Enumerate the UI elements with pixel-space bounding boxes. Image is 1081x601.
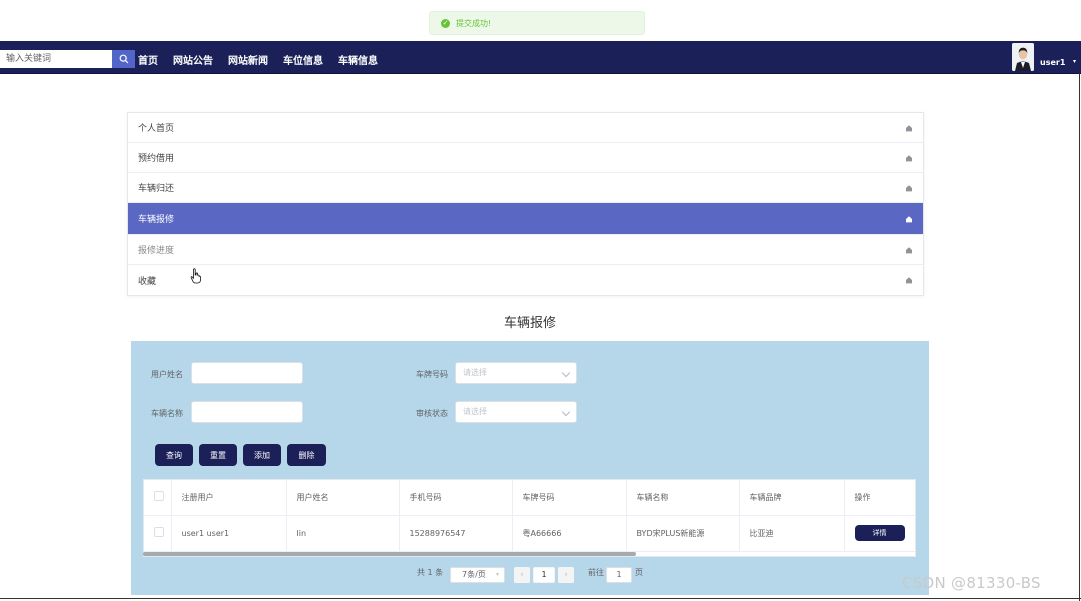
page-size-value: 7条/页: [462, 570, 486, 579]
bottom-divider: [0, 598, 1081, 599]
user-name-label: 用户姓名: [151, 370, 183, 379]
search-button[interactable]: [112, 50, 135, 68]
menu-item-label: 车辆归还: [138, 184, 175, 194]
username[interactable]: user1: [1040, 58, 1065, 67]
menu-item-label: 收藏: [138, 276, 157, 287]
table-cell: 比亚迪: [739, 515, 845, 552]
chevron-down-icon[interactable]: ▾: [1073, 58, 1076, 65]
table-cell: BYD宋PLUS新能源: [626, 515, 740, 552]
user-center-menu: 个人首页 预约借用 车辆归还 车辆报修 报修进度 收藏: [127, 112, 924, 296]
menu-item-vehicle-repair[interactable]: 车辆报修: [128, 203, 923, 235]
right-divider: [1079, 73, 1080, 601]
user-name-input[interactable]: [191, 362, 303, 384]
menu-item-label: 车辆报修: [138, 215, 175, 225]
pagination-total: 共 1 条: [417, 568, 444, 577]
home-icon: [906, 184, 912, 191]
action-cell: 详情: [844, 515, 915, 552]
top-navbar: 首页 网站公告 网站新闻 车位信息 车辆信息: [0, 41, 1081, 74]
column-header: 车牌号码: [512, 480, 627, 516]
home-icon: [906, 154, 912, 161]
next-page-button[interactable]: ›: [558, 567, 574, 583]
audit-select-placeholder: 请选择: [463, 407, 487, 416]
column-header: 操作: [844, 480, 915, 516]
goto-label: 前往: [588, 568, 604, 577]
nav-item-vehicles[interactable]: 车辆信息: [338, 52, 378, 67]
page-size-select[interactable]: 7条/页 ▾: [450, 567, 505, 583]
row-checkbox[interactable]: [154, 527, 164, 537]
plate-select[interactable]: 请选择: [455, 362, 577, 384]
menu-item-label: 个人首页: [138, 124, 175, 134]
nav-menu: 首页 网站公告 网站新闻 车位信息 车辆信息: [138, 50, 393, 68]
menu-item-label: 预约借用: [138, 154, 175, 164]
menu-item-personal-home[interactable]: 个人首页: [128, 113, 923, 143]
column-header: 车辆品牌: [739, 480, 845, 516]
search-input[interactable]: [0, 50, 112, 68]
vehicle-name-label: 车辆名称: [151, 409, 183, 418]
menu-item-repair-progress[interactable]: 报修进度: [128, 235, 923, 265]
chevron-down-icon: [561, 407, 571, 417]
nav-item-announcements[interactable]: 网站公告: [173, 52, 213, 67]
menu-item-label: 报修进度: [138, 246, 175, 256]
goto-page-input[interactable]: 1: [606, 567, 632, 583]
audit-status-select[interactable]: 请选择: [455, 401, 577, 423]
menu-item-vehicle-return[interactable]: 车辆归还: [128, 173, 923, 203]
detail-button[interactable]: 详情: [854, 525, 905, 541]
check-circle-icon: ✓: [441, 18, 450, 28]
vehicle-name-input[interactable]: [191, 401, 303, 423]
reset-button[interactable]: 重置: [199, 444, 237, 466]
add-button[interactable]: 添加: [243, 444, 281, 466]
success-toast: ✓ 提交成功!: [429, 11, 645, 35]
menu-item-favorites[interactable]: 收藏: [128, 265, 923, 295]
user-photo-icon: [1012, 43, 1034, 71]
page-title: 车辆报修: [503, 316, 556, 331]
table-header-row: 注册用户 用户姓名 手机号码 车牌号码 车辆名称 车辆品牌 操作: [144, 480, 915, 516]
menu-item-reservation[interactable]: 预约借用: [128, 143, 923, 173]
audit-status-label: 审核状态: [416, 409, 448, 418]
query-button[interactable]: 查询: [155, 444, 193, 466]
chevron-down-icon: [561, 368, 571, 378]
table-row: user1 user1 lin 15288976547 粤A66666 BYD宋…: [144, 515, 915, 552]
table-cell: user1 user1: [171, 515, 287, 552]
goto-suffix: 页: [635, 568, 643, 577]
chevron-down-icon: ▾: [495, 571, 499, 578]
row-select-cell: [144, 515, 172, 552]
column-header: 用户姓名: [286, 480, 400, 516]
column-header: 车辆名称: [626, 480, 740, 516]
avatar[interactable]: [1012, 43, 1034, 71]
nav-item-news[interactable]: 网站新闻: [228, 52, 268, 67]
delete-button[interactable]: 删除: [287, 444, 326, 466]
hand-cursor-icon: [190, 268, 201, 284]
home-icon: [906, 277, 912, 284]
plate-select-placeholder: 请选择: [463, 368, 487, 377]
home-icon: [906, 246, 912, 253]
watermark: CSDN @81330-BS: [902, 574, 1041, 592]
select-all-checkbox[interactable]: [154, 491, 164, 502]
prev-page-button[interactable]: ‹: [514, 567, 530, 583]
horizontal-scrollbar[interactable]: [143, 552, 636, 556]
table-cell: 15288976547: [399, 515, 513, 552]
page-number-current[interactable]: 1: [533, 567, 555, 583]
repair-table: 注册用户 用户姓名 手机号码 车牌号码 车辆名称 车辆品牌 操作 user1 u…: [143, 479, 916, 557]
home-icon: [906, 215, 912, 222]
table-cell: lin: [286, 515, 400, 552]
select-all-cell: [144, 480, 172, 516]
nav-item-parking[interactable]: 车位信息: [283, 52, 323, 67]
column-header: 手机号码: [399, 480, 513, 516]
table-cell: 粤A66666: [512, 515, 627, 552]
search-icon: [119, 54, 128, 64]
toast-message: 提交成功!: [456, 18, 492, 28]
column-header: 注册用户: [171, 480, 287, 516]
home-icon: [906, 124, 912, 131]
nav-item-home[interactable]: 首页: [138, 52, 158, 67]
plate-label: 车牌号码: [416, 370, 448, 379]
